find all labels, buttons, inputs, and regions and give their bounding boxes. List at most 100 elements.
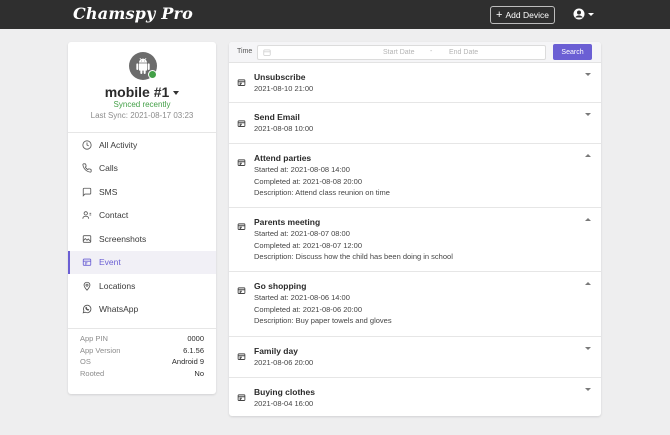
device-name: mobile #1 (104, 84, 170, 100)
info-row-app-pin: App PIN 0000 (80, 333, 204, 345)
sidebar-item-locations[interactable]: Locations (68, 274, 216, 298)
plus-icon: + (496, 9, 503, 21)
sidebar-item-label: WhatsApp (99, 304, 139, 315)
sidebar-item-event[interactable]: Event (68, 250, 216, 274)
event-list: Unsubscribe 2021-08-10 21:00 Send Email … (229, 63, 601, 418)
event-icon (237, 353, 246, 360)
sidebar-item-label: Screenshots (99, 233, 147, 244)
event-time: 2021-08-04 16:00 (254, 399, 314, 408)
last-sync-time: Last Sync: 2021-08-17 03:23 (90, 111, 194, 120)
event-item[interactable]: Unsubscribe 2021-08-10 21:00 (229, 63, 601, 103)
event-title: Attend parties (254, 153, 312, 163)
event-end: Completed at: 2021-08-07 12:00 (254, 240, 362, 250)
info-key: Rooted (80, 368, 105, 378)
time-label: Time (237, 48, 253, 55)
image-icon (82, 235, 92, 243)
add-device-button[interactable]: + Add Device (490, 6, 555, 24)
info-value: No (194, 368, 204, 378)
phone-icon (82, 163, 92, 173)
info-key: OS (80, 357, 91, 367)
event-title: Go shopping (254, 281, 307, 291)
sidebar-item-label: SMS (99, 186, 118, 197)
event-end: Completed at: 2021-08-06 20:00 (254, 304, 362, 314)
info-value: 0000 (187, 334, 204, 344)
event-time: 2021-08-06 20:00 (254, 358, 314, 367)
sidebar-item-label: Contact (99, 210, 129, 221)
date-separator: - (430, 48, 433, 55)
event-icon (237, 223, 246, 230)
info-row-rooted: Rooted No (80, 368, 204, 380)
online-status-dot (148, 70, 157, 79)
event-icon (237, 79, 246, 86)
info-key: App Version (80, 345, 121, 355)
event-icon (237, 159, 246, 166)
info-key: App PIN (80, 334, 108, 344)
sidebar-item-sms[interactable]: SMS (68, 180, 216, 204)
event-description: Description: Buy paper towels and gloves (254, 316, 392, 325)
date-range-picker[interactable]: Start Date - End Date (257, 45, 546, 60)
events-panel: Time Start Date - End Date Search Unsubs… (229, 42, 601, 416)
event-title: Parents meeting (254, 217, 321, 227)
chevron-down-icon[interactable] (585, 73, 591, 76)
clock-icon (82, 140, 92, 150)
event-description: Description: Discuss how the child has b… (254, 252, 453, 261)
info-value: 6.1.56 (183, 345, 204, 355)
sidebar-item-label: Event (99, 257, 121, 268)
event-end: Completed at: 2021-08-08 20:00 (254, 176, 362, 186)
chevron-down-icon[interactable] (585, 388, 591, 391)
event-time: 2021-08-10 21:00 (254, 84, 314, 93)
sidebar-item-label: Locations (99, 280, 136, 291)
event-item[interactable]: Attend parties Started at: 2021-08-08 14… (229, 144, 601, 208)
top-bar: Chamspy Pro + Add Device (0, 0, 670, 29)
sidebar-item-contact[interactable]: Contact (68, 204, 216, 228)
calendar-icon (263, 49, 271, 56)
chevron-up-icon[interactable] (585, 154, 591, 157)
event-item[interactable]: Family day 2021-08-06 20:00 (229, 337, 601, 378)
account-menu[interactable] (573, 8, 594, 20)
end-date-input[interactable]: End Date (449, 49, 478, 56)
event-start: Started at: 2021-08-06 14:00 (254, 293, 350, 302)
chevron-down-icon[interactable] (585, 347, 591, 350)
account-circle-icon (573, 8, 585, 20)
sidebar-item-screenshots[interactable]: Screenshots (68, 227, 216, 251)
contact-icon (82, 211, 92, 220)
event-title: Family day (254, 346, 298, 356)
chevron-down-icon[interactable] (585, 113, 591, 116)
filter-bar: Time Start Date - End Date Search (229, 42, 601, 63)
add-device-label: Add Device (505, 10, 549, 20)
device-selector[interactable]: mobile #1 (68, 84, 216, 100)
event-icon (237, 287, 246, 294)
event-item[interactable]: Send Email 2021-08-08 10:00 (229, 103, 601, 144)
event-description: Description: Attend class reunion on tim… (254, 188, 390, 197)
event-item[interactable]: Parents meeting Started at: 2021-08-07 0… (229, 208, 601, 272)
event-item[interactable]: Go shopping Started at: 2021-08-06 14:00… (229, 272, 601, 337)
event-item[interactable]: Buying clothes 2021-08-04 16:00 (229, 378, 601, 418)
sidebar-item-all-activity[interactable]: All Activity (68, 133, 216, 157)
sidebar-item-calls[interactable]: Calls (68, 157, 216, 181)
device-panel: mobile #1 Synced recently Last Sync: 202… (68, 42, 216, 394)
device-info: App PIN 0000 App Version 6.1.56 OS Andro… (68, 328, 216, 379)
event-title: Send Email (254, 112, 300, 122)
search-button[interactable]: Search (553, 44, 592, 60)
chevron-up-icon[interactable] (585, 282, 591, 285)
info-row-os: OS Android 9 (80, 356, 204, 368)
android-icon (129, 52, 157, 80)
event-start: Started at: 2021-08-08 14:00 (254, 165, 350, 174)
event-icon (82, 258, 92, 266)
info-row-app-version: App Version 6.1.56 (80, 345, 204, 357)
sync-status: Synced recently (113, 100, 171, 109)
event-time: 2021-08-08 10:00 (254, 124, 314, 133)
event-title: Buying clothes (254, 387, 315, 397)
start-date-input[interactable]: Start Date (383, 49, 415, 56)
chevron-up-icon[interactable] (585, 218, 591, 221)
event-icon (237, 120, 246, 127)
sidebar-item-label: Calls (99, 163, 118, 174)
sidebar-item-whatsapp[interactable]: WhatsApp (68, 298, 216, 322)
chevron-down-icon (173, 91, 180, 96)
event-start: Started at: 2021-08-07 08:00 (254, 229, 350, 238)
sidebar-nav: All Activity Calls SMS Contact Screensho… (68, 132, 216, 321)
whatsapp-icon (82, 305, 92, 314)
message-icon (82, 187, 92, 197)
event-icon (237, 394, 246, 401)
app-logo[interactable]: Chamspy Pro (73, 4, 193, 23)
